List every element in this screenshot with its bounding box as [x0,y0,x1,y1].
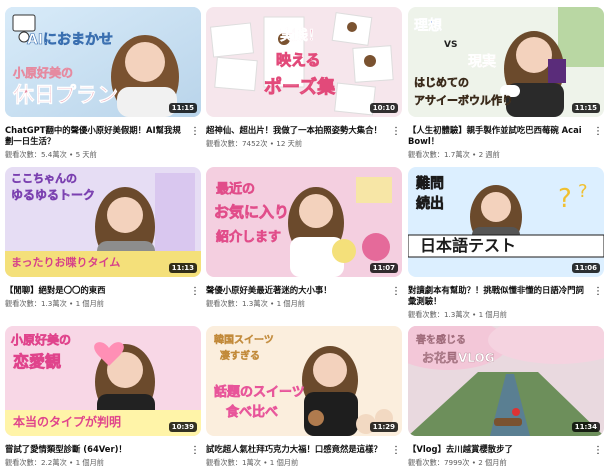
thumbnail-caption: 小原好美の [11,333,72,347]
svg-text:?: ? [558,184,572,214]
video-stats: 觀看次數：2.2萬次 • 1 個月前 [5,458,104,467]
video-card[interactable]: 実践！ 映える ポーズ集 10:10 超神仙、超出片！我做了一本拍照姿勢大集合！… [206,7,402,149]
video-thumbnail[interactable]: 小原好美の 恋愛観 本当のタイプが判明 10:39 [5,326,201,436]
thumbnail-caption: 休日プラン [13,83,119,107]
thumbnail-caption: 実践！ [280,28,323,44]
video-thumbnail[interactable]: 最近の お気に入り 紹介します 11:07 [206,167,402,277]
thumbnail-caption: 凄すぎる [220,351,260,362]
video-card[interactable]: ここちゃんの ゆるゆるトーク まったりお喋りタイム 11:13 【閒聊】絕對是〇… [5,167,201,309]
duration-badge: 10:39 [168,422,197,432]
video-title[interactable]: 超神仙、超出片！我做了一本拍照姿勢大集合！ [206,125,388,136]
thumbnail-caption: 食べ比べ [226,405,279,420]
thumbnail-caption: ゆるゆるトーク [11,188,96,202]
thumbnail-caption: 韓国スイーツ [214,335,274,346]
thumbnail-caption: 難問 [416,176,445,192]
thumbnail-caption: 紹介します [216,230,282,245]
video-stats: 觀看次數：7452次 • 12 天前 [206,139,303,148]
video-thumbnail[interactable]: AIにおまかせ 小原好美の 休日プラン 11:15 [5,7,201,117]
thumbnail-caption: 小原好美の [13,66,74,80]
video-card[interactable]: 韓国スイーツ 凄すぎる 話題のスイーツ 食べ比べ 11:29 試吃超人氣杜拜巧克… [206,326,402,468]
thumbnail-caption: 現実 [468,54,497,70]
video-thumbnail[interactable]: 理想 VS 現実 はじめての アサイーボウル作り 11:15 [408,7,604,117]
thumbnail-caption: お花見VLOG [422,351,495,365]
video-card[interactable]: 最近の お気に入り 紹介します 11:07 聲優小原好美最近著迷的大小事！ 觀看… [206,167,402,309]
thumbnail-caption: 本当のタイプが判明 [13,415,122,429]
video-card[interactable]: 小原好美の 恋愛観 本当のタイプが判明 10:39 嘗試了愛情類型診斷 (64V… [5,326,201,468]
video-card[interactable]: 春を感じる お花見VLOG 11:34 【Vlog】去川越賞櫻散步了 觀看次數：… [408,326,604,468]
duration-badge: 11:07 [369,263,398,273]
video-card[interactable]: 理想 VS 現実 はじめての アサイーボウル作り 11:15 【人生初體驗】親手… [408,7,604,160]
svg-text:?: ? [578,181,588,202]
more-options-icon[interactable]: ⋮ [390,125,402,139]
video-stats: 觀看次數：5.4萬次 • 5 天前 [5,150,97,159]
thumbnail-caption: 理想 [414,18,443,34]
thumbnail-caption: ここちゃんの [11,172,78,185]
duration-badge: 11:13 [168,263,197,273]
video-title[interactable]: 嘗試了愛情類型診斷 (64Ver)！ [5,444,187,455]
thumbnail-caption: AIにおまかせ [27,32,114,48]
more-options-icon[interactable]: ⋮ [189,125,201,139]
duration-badge: 10:10 [369,103,398,113]
video-title[interactable]: ChatGPT翻中的聲優小原好美假期！AI幫我規劃一日生活？ [5,125,187,147]
video-title[interactable]: 試吃超人氣杜拜巧克力大福！口感竟然是這樣？ [206,444,388,455]
video-stats: 觀看次數：1萬次 • 1 個月前 [206,458,299,467]
video-card[interactable]: ? ? 難問 続出 日本語テスト 11:06 對讀劇本有幫助？！挑戰似懂非懂的日… [408,167,604,320]
video-stats: 觀看次數：1.7萬次 • 2 週前 [408,150,500,159]
thumbnail-caption: はじめての [414,76,470,89]
thumbnail-caption: 映える [276,51,321,69]
thumbnail-caption: 日本語テスト [420,236,517,255]
thumbnail-caption: お気に入り [214,203,290,221]
video-stats: 觀看次數：7999次 • 2 個月前 [408,458,507,467]
duration-badge: 11:06 [571,263,600,273]
video-thumbnail[interactable]: ? ? 難問 続出 日本語テスト 11:06 [408,167,604,277]
video-title[interactable]: 【閒聊】絕對是〇〇的東西 [5,285,187,296]
video-grid: AIにおまかせ 小原好美の 休日プラン 11:15 ChatGPT翻中的聲優小原… [0,0,608,468]
video-thumbnail[interactable]: 韓国スイーツ 凄すぎる 話題のスイーツ 食べ比べ 11:29 [206,326,402,436]
more-options-icon[interactable]: ⋮ [592,444,604,458]
video-stats: 觀看次數：1.3萬次 • 1 個月前 [5,299,104,308]
more-options-icon[interactable]: ⋮ [390,444,402,458]
thumbnail-caption: 恋愛観 [13,352,62,371]
thumbnail-caption: ポーズ集 [264,77,336,98]
video-title[interactable]: 【Vlog】去川越賞櫻散步了 [408,444,590,455]
more-options-icon[interactable]: ⋮ [592,125,604,139]
thumbnail-caption: 春を感じる [416,335,466,346]
thumbnail-caption: VS [444,40,458,50]
video-title[interactable]: 【人生初體驗】親手製作並試吃巴西莓碗 Acai Bowl！ [408,125,590,147]
thumbnail-caption: アサイーボウル作り [414,94,514,107]
video-stats: 觀看次數：1.3萬次 • 1 個月前 [408,310,507,319]
video-title[interactable]: 對讀劇本有幫助？！挑戰似懂非懂的日語冷門詞彙測驗！ [408,285,590,307]
duration-badge: 11:15 [571,103,600,113]
video-card[interactable]: AIにおまかせ 小原好美の 休日プラン 11:15 ChatGPT翻中的聲優小原… [5,7,201,160]
thumbnail-caption: まったりお喋りタイム [11,256,121,269]
video-title[interactable]: 聲優小原好美最近著迷的大小事！ [206,285,388,296]
video-stats: 觀看次數：1.3萬次 • 1 個月前 [206,299,305,308]
video-thumbnail[interactable]: ここちゃんの ゆるゆるトーク まったりお喋りタイム 11:13 [5,167,201,277]
duration-badge: 11:15 [168,103,197,113]
more-options-icon[interactable]: ⋮ [189,285,201,299]
more-options-icon[interactable]: ⋮ [390,285,402,299]
more-options-icon[interactable]: ⋮ [189,444,201,458]
thumbnail-caption: 最近の [216,182,256,197]
thumbnail-caption: 話題のスイーツ [214,385,305,400]
video-thumbnail[interactable]: 春を感じる お花見VLOG 11:34 [408,326,604,436]
duration-badge: 11:29 [369,422,398,432]
video-thumbnail[interactable]: 実践！ 映える ポーズ集 10:10 [206,7,402,117]
thumbnail-caption: 続出 [416,196,445,212]
more-options-icon[interactable]: ⋮ [592,285,604,299]
duration-badge: 11:34 [571,422,600,432]
